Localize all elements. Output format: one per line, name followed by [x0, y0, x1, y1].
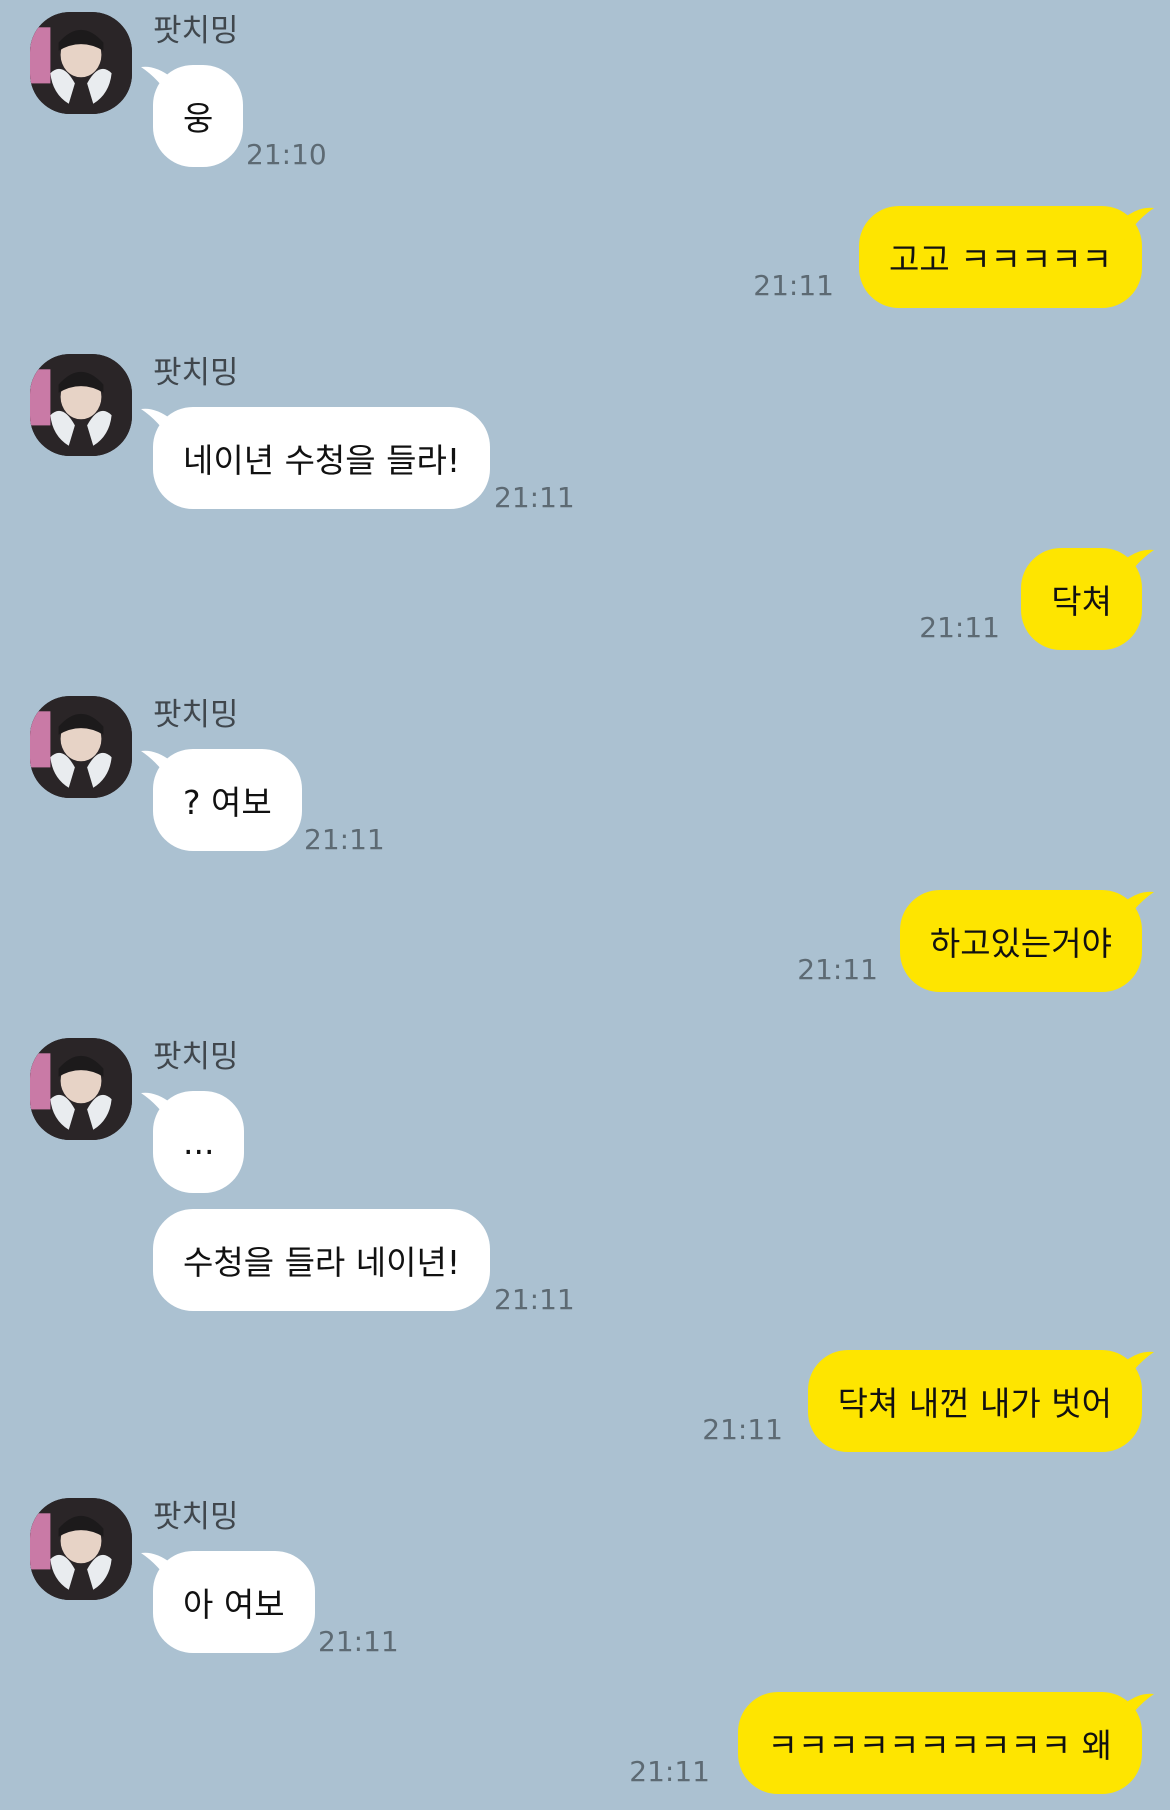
message-text: 웅 [183, 99, 214, 138]
outgoing-message-bubble[interactable]: 고고 ㅋㅋㅋㅋㅋ [858, 206, 1154, 308]
message-text: ... [183, 1122, 215, 1162]
message-text: 닥쳐 내껀 내가 벗어 [837, 1384, 1112, 1423]
incoming-message-bubble[interactable]: ? 여보 [141, 749, 302, 851]
sender-name: 팟치밍 [153, 1499, 239, 1535]
sender-name: 팟치밍 [153, 697, 239, 733]
message-text: 수청을 들라 네이년! [183, 1243, 461, 1282]
outgoing-message-bubble[interactable]: 닥쳐 내껀 내가 벗어 [807, 1350, 1154, 1452]
message-timestamp: 21:11 [494, 1283, 575, 1316]
message-timestamp: 21:11 [753, 269, 834, 302]
outgoing-message-bubble[interactable]: 하고있는거야 [899, 890, 1154, 992]
message-timestamp: 21:10 [246, 138, 327, 171]
incoming-message-bubble[interactable]: ... [141, 1091, 245, 1193]
outgoing-message-bubble[interactable]: 닥쳐 [1021, 548, 1154, 650]
message-timestamp: 21:11 [919, 611, 1000, 644]
message-timestamp: 21:11 [629, 1755, 710, 1788]
message-text: 네이년 수청을 들라! [183, 441, 461, 480]
sender-name: 팟치밍 [153, 13, 239, 49]
sender-avatar[interactable] [30, 12, 132, 114]
message-text: 고고 ㅋㅋㅋㅋㅋ [888, 240, 1112, 279]
sender-name: 팟치밍 [153, 355, 239, 391]
sender-avatar[interactable] [30, 1038, 132, 1140]
message-text: ㅋㅋㅋㅋㅋㅋㅋㅋㅋㅋ 왜 [767, 1726, 1112, 1765]
incoming-message-bubble[interactable]: 수청을 들라 네이년! [153, 1209, 491, 1311]
message-timestamp: 21:11 [797, 953, 878, 986]
message-text: 하고있는거야 [929, 924, 1112, 963]
sender-avatar[interactable] [30, 696, 132, 798]
sender-avatar[interactable] [30, 1498, 132, 1600]
incoming-message-bubble[interactable]: 아 여보 [141, 1551, 315, 1653]
message-text: ? 여보 [183, 783, 272, 822]
message-timestamp: 21:11 [702, 1413, 783, 1446]
message-timestamp: 21:11 [318, 1625, 399, 1658]
message-timestamp: 21:11 [494, 481, 575, 514]
outgoing-message-bubble[interactable]: ㅋㅋㅋㅋㅋㅋㅋㅋㅋㅋ 왜 [737, 1692, 1154, 1794]
sender-name: 팟치밍 [153, 1039, 239, 1075]
message-timestamp: 21:11 [304, 823, 385, 856]
incoming-message-bubble[interactable]: 웅 [141, 65, 244, 167]
message-text: 아 여보 [183, 1585, 285, 1624]
sender-avatar[interactable] [30, 354, 132, 456]
incoming-message-bubble[interactable]: 네이년 수청을 들라! [141, 407, 491, 509]
message-text: 닥쳐 [1051, 582, 1112, 621]
